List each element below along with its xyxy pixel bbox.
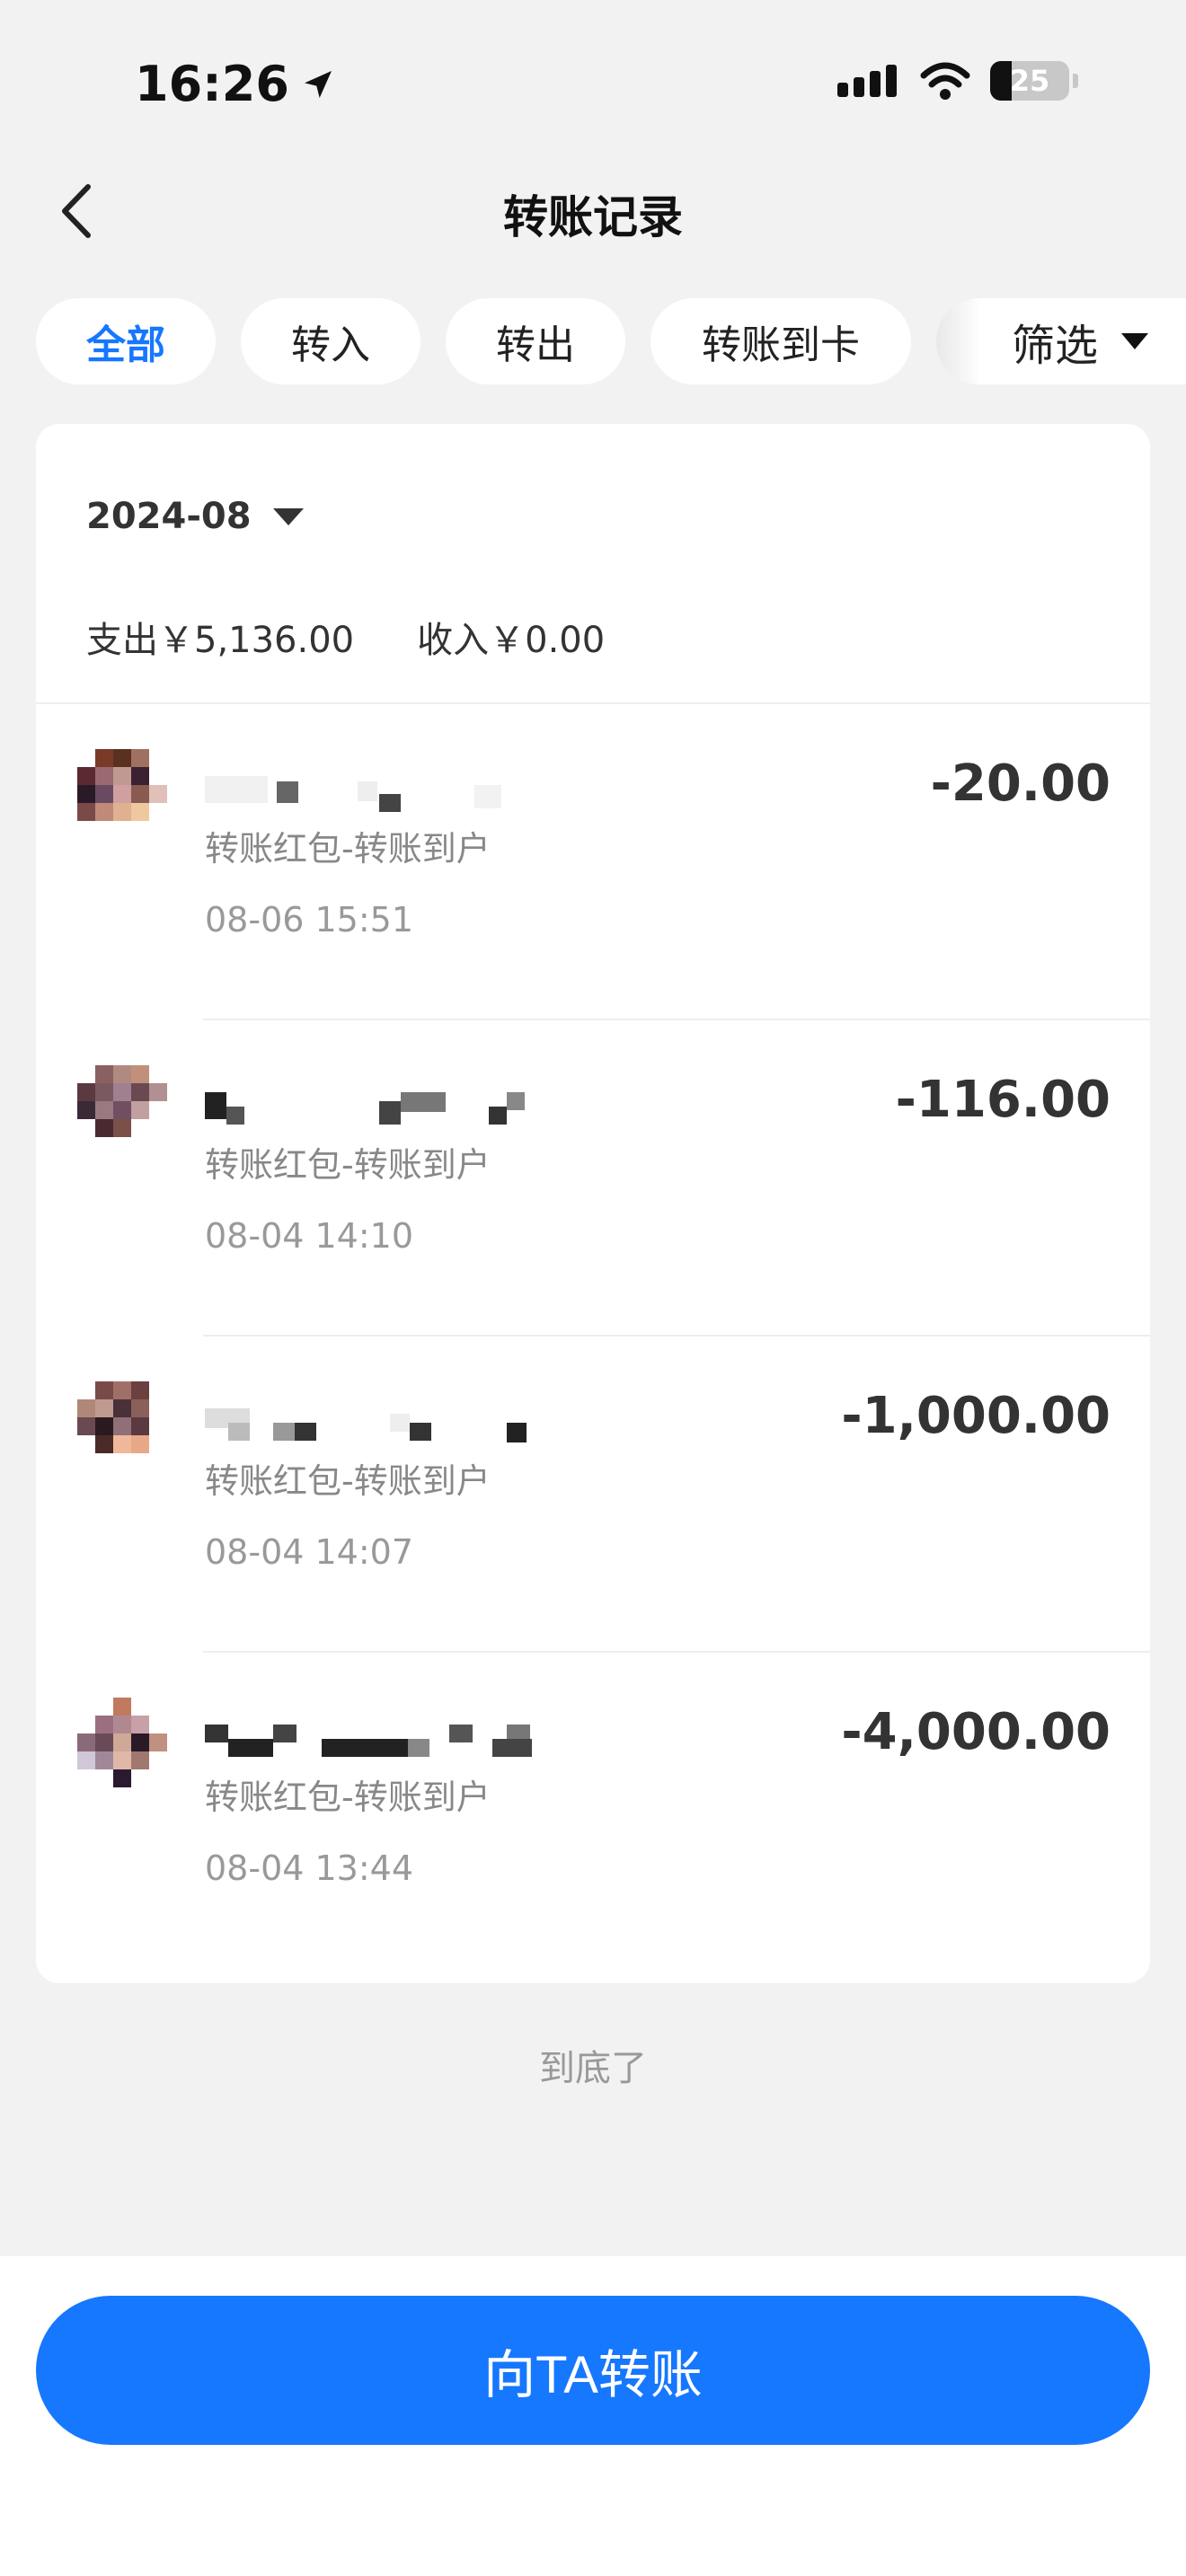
month-summary: 支出￥5,136.00 收入￥0.00 [86,611,605,663]
filter-button[interactable]: 筛选 [936,298,1186,384]
location-arrow-icon [304,70,332,98]
transaction-time: 08-04 14:07 [205,1532,414,1572]
cellular-signal-icon [837,65,897,97]
transaction-row[interactable]: 转账红包-转账到户 08-04 14:10 -116.00 [36,1020,1150,1337]
status-bar: 16:26 25 [0,0,1186,162]
transaction-time: 08-04 13:44 [205,1848,414,1888]
bottom-bar: 向TA转账 [0,2256,1186,2576]
nav-bar: 转账记录 [0,171,1186,251]
transaction-time: 08-06 15:51 [205,900,414,940]
tab-outgoing[interactable]: 转出 [446,298,625,384]
avatar [77,749,167,821]
transaction-amount: -1,000.00 [841,1387,1111,1445]
name-redacted [205,1725,532,1757]
transaction-row[interactable]: 转账红包-转账到户 08-04 14:07 -1,000.00 [36,1337,1150,1653]
avatar [77,1698,167,1787]
status-time-text: 16:26 [135,56,289,112]
avatar [77,1381,149,1453]
transaction-card: 2024-08 支出￥5,136.00 收入￥0.00 转账红包-转账到户 08… [36,424,1150,1983]
end-of-list-text: 到底了 [539,2048,647,2089]
avatar [77,1065,167,1137]
expense-total: 支出￥5,136.00 [86,620,355,661]
battery-icon: 25 [990,61,1069,101]
transfer-to-user-button[interactable]: 向TA转账 [36,2296,1150,2445]
transaction-time: 08-04 14:10 [205,1216,414,1256]
tab-incoming[interactable]: 转入 [241,298,420,384]
income-total: 收入￥0.00 [417,620,606,661]
transaction-description: 转账红包-转账到户 [205,1461,491,1501]
filter-label: 筛选 [1011,321,1098,371]
caret-down-icon [272,508,304,525]
wifi-icon [920,62,970,100]
transaction-amount: -4,000.00 [841,1703,1111,1761]
name-redacted [205,776,501,812]
transaction-amount: -20.00 [930,754,1111,813]
name-redacted [205,1092,525,1125]
name-redacted [205,1408,527,1442]
battery-level: 25 [1009,64,1050,98]
transaction-amount: -116.00 [895,1071,1111,1129]
status-indicators: 25 [837,61,1078,101]
tab-to-card[interactable]: 转账到卡 [651,298,911,384]
transaction-description: 转账红包-转账到户 [205,829,491,869]
caret-down-icon [1121,333,1148,349]
transaction-description: 转账红包-转账到户 [205,1778,491,1817]
month-label: 2024-08 [86,496,252,537]
battery-cap [1073,74,1078,88]
filter-tabs: 全部 转入 转出 转账到卡 [36,298,911,384]
tab-all[interactable]: 全部 [36,298,216,384]
transaction-row[interactable]: 转账红包-转账到户 08-06 15:51 -20.00 [36,704,1150,1020]
transaction-row[interactable]: 转账红包-转账到户 08-04 13:44 -4,000.00 [36,1653,1150,1969]
transaction-description: 转账红包-转账到户 [205,1145,491,1185]
status-time: 16:26 [135,56,336,112]
page-title: 转账记录 [503,191,683,243]
month-selector[interactable]: 2024-08 [86,496,305,537]
